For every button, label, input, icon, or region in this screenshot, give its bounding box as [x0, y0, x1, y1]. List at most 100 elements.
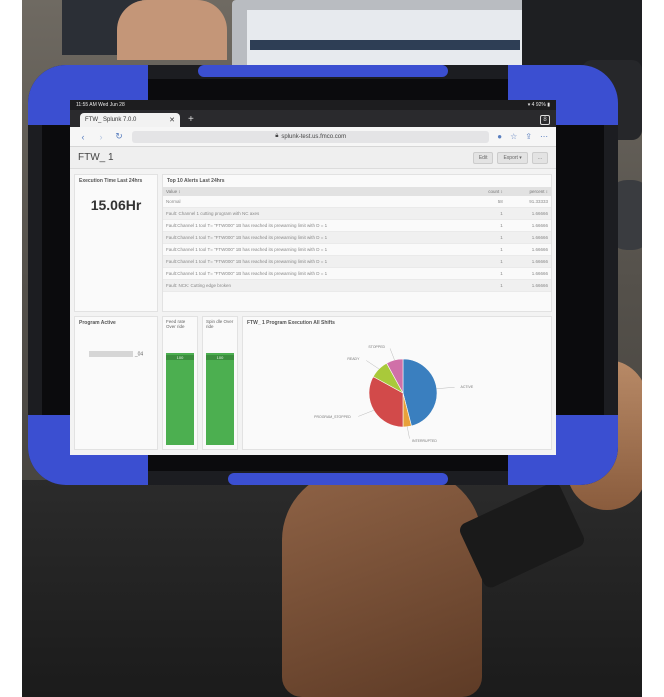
browser-tab[interactable]: FTW_ Splunk 7.0.0 ✕	[80, 113, 180, 127]
export-button[interactable]: Export ▾	[497, 151, 528, 164]
alert-cell-percent: 1.66666	[505, 243, 551, 256]
program-active-suffix: _04	[134, 351, 144, 358]
forward-icon[interactable]: ›	[96, 132, 106, 142]
alert-cell-value: Normal	[163, 196, 469, 208]
pie-leader-line	[358, 410, 374, 417]
alert-cell-percent: 1.66666	[505, 231, 551, 244]
feed-rate-value: 100	[166, 355, 194, 360]
pie-label: INTERRUPTED	[412, 438, 437, 443]
column-header-percent[interactable]: percent ↕	[505, 187, 551, 196]
tab-count-icon[interactable]: 8	[540, 115, 550, 125]
table-row[interactable]: Fault:Channel 1 tool T= "FTW000" 1B has …	[163, 267, 551, 280]
spindle-value: 100	[206, 355, 234, 360]
dashboard-body: Execution Time Last 24hrs 15.06Hr Top 10…	[70, 170, 556, 455]
alerts-table-header: Value ↕ count ↕ percent ↕	[163, 187, 551, 196]
background-laptop-bar	[250, 40, 520, 50]
alert-cell-value: Fault:Channel 1 tool T= "FTW000" 1B has …	[163, 219, 469, 232]
dashboard-title: FTW_ 1	[78, 152, 114, 163]
table-row[interactable]: Normal 58 91.33333	[163, 196, 551, 208]
column-header-value[interactable]: Value ↕	[163, 187, 469, 196]
background-arm	[117, 0, 227, 60]
alert-cell-count: 1	[468, 219, 506, 232]
alert-cell-percent: 1.66666	[505, 207, 551, 220]
status-time: 11:55 AM Wed Jun 28	[76, 102, 125, 108]
program-execution-pie	[358, 348, 455, 439]
pie-leader-line	[389, 348, 395, 361]
feed-rate-label: Feed rate Over ride	[166, 319, 186, 330]
close-icon[interactable]: ✕	[169, 116, 175, 124]
browser-tab-strip: FTW_ Splunk 7.0.0 ✕ + 8	[70, 110, 556, 127]
pie-label: PROGRAM_STOPPED	[314, 415, 351, 420]
table-row[interactable]: Fault:Channel 1 tool T= "FTW000" 1B has …	[163, 219, 551, 232]
table-row[interactable]: Fault:Channel 1 tool T= "FTW000" 1B has …	[163, 255, 551, 268]
alert-cell-percent: 1.66666	[505, 267, 551, 280]
pie-leader-line	[436, 386, 455, 389]
holding-hand	[282, 470, 482, 697]
more-button[interactable]: ...	[531, 151, 548, 164]
alert-cell-percent: 1.66666	[505, 219, 551, 232]
alert-cell-percent: 91.33333	[505, 196, 551, 208]
ipad-screen: 11:55 AM Wed Jun 28 ▾ 4 92% ▮ FTW_ Splun…	[70, 100, 556, 455]
pie-leader-line	[366, 360, 380, 370]
plus-icon[interactable]: +	[184, 113, 198, 127]
table-row[interactable]: Fault: NCK: Cutting edge broken 1 1.66666	[163, 279, 551, 292]
alert-cell-value: Fault: NCK: Cutting edge broken	[163, 279, 469, 292]
case-bumper-top	[198, 65, 448, 77]
alert-cell-value: Fault: Channel 1 cutting program with NC…	[163, 207, 469, 220]
execution-time-title: Execution Time Last 24hrs	[79, 178, 143, 184]
alert-cell-count: 1	[468, 231, 506, 244]
table-row[interactable]: Fault: Channel 1 cutting program with NC…	[163, 207, 551, 220]
microphone-icon[interactable]: ●	[497, 132, 502, 141]
spindle-fill: 100	[206, 353, 234, 445]
back-icon[interactable]: ‹	[78, 132, 88, 142]
alert-cell-value: Fault:Channel 1 tool T= "FTW000" 1B has …	[163, 231, 469, 244]
alerts-table-body: Normal 58 91.33333 Fault: Channel 1 cutting…	[163, 196, 551, 292]
alert-cell-count: 1	[468, 255, 506, 268]
alerts-table: Value ↕ count ↕ percent ↕ Normal 58 91.333…	[163, 187, 551, 292]
pie-label: ACTIVE	[460, 384, 474, 389]
execution-time-value: 15.06Hr	[90, 197, 142, 213]
redacted-program-name	[88, 351, 133, 357]
star-icon[interactable]: ☆	[510, 132, 517, 141]
top-alerts-title: Top 10 Alerts Last 24hrs	[167, 178, 225, 184]
alert-cell-value: Fault:Channel 1 tool T= "FTW000" 1B has …	[163, 243, 469, 256]
status-battery: ▾ 4 92% ▮	[527, 102, 550, 108]
spindle-track: 100	[206, 353, 234, 445]
more-icon[interactable]: ⋯	[540, 132, 548, 141]
alert-cell-count: 1	[468, 243, 506, 256]
browser-nav-bar: ‹ › ↻ 🔒︎ splunk-test.us.fmco.com ● ☆ ⇪ ⋯	[70, 127, 556, 147]
spindle-label: Spin dle Over ride	[206, 319, 234, 330]
feed-rate-fill: 100	[166, 353, 194, 445]
edit-button[interactable]: Edit	[472, 151, 494, 164]
address-bar[interactable]: 🔒︎ splunk-test.us.fmco.com	[132, 130, 490, 143]
address-url: splunk-test.us.fmco.com	[281, 133, 347, 140]
alert-cell-count: 58	[468, 196, 506, 208]
column-header-count[interactable]: count ↕	[468, 187, 506, 196]
dashboard-header: FTW_ 1 Edit Export ▾ ...	[70, 147, 556, 169]
alert-cell-count: 1	[468, 207, 506, 220]
table-row[interactable]: Fault:Channel 1 tool T= "FTW000" 1B has …	[163, 231, 551, 244]
dashboard-actions: Edit Export ▾ ...	[472, 151, 548, 164]
feed-rate-track: 100	[166, 353, 194, 445]
alert-cell-percent: 1.66666	[505, 279, 551, 292]
program-active-panel: Program Active _04	[74, 316, 158, 450]
program-execution-title: FTW_ 1 Program Execution All Shifts	[247, 320, 335, 326]
alert-cell-count: 1	[468, 279, 506, 292]
browser-tab-title: FTW_ Splunk 7.0.0	[85, 117, 137, 123]
reload-icon[interactable]: ↻	[114, 131, 124, 142]
pie-label: READY	[347, 357, 360, 362]
table-row[interactable]: Fault:Channel 1 tool T= "FTW000" 1B has …	[163, 243, 551, 256]
share-icon[interactable]: ⇪	[525, 132, 532, 141]
ios-status-bar: 11:55 AM Wed Jun 28 ▾ 4 92% ▮	[70, 100, 556, 110]
program-execution-panel: FTW_ 1 Program Execution All Shifts ACTI…	[242, 316, 552, 450]
feed-rate-gauge-panel: Feed rate Over ride 100	[162, 316, 198, 450]
lock-icon: 🔒︎	[275, 133, 279, 139]
alert-cell-value: Fault:Channel 1 tool T= "FTW000" 1B has …	[163, 255, 469, 268]
program-active-value: _04	[75, 351, 157, 357]
alert-cell-value: Fault:Channel 1 tool T= "FTW000" 1B has …	[163, 267, 469, 280]
alert-cell-percent: 1.66666	[505, 255, 551, 268]
alert-cell-count: 1	[468, 267, 506, 280]
spindle-gauge-panel: Spin dle Over ride 100	[202, 316, 238, 450]
execution-time-panel: Execution Time Last 24hrs 15.06Hr	[74, 174, 158, 312]
pie-label: STOPPED	[368, 344, 386, 349]
